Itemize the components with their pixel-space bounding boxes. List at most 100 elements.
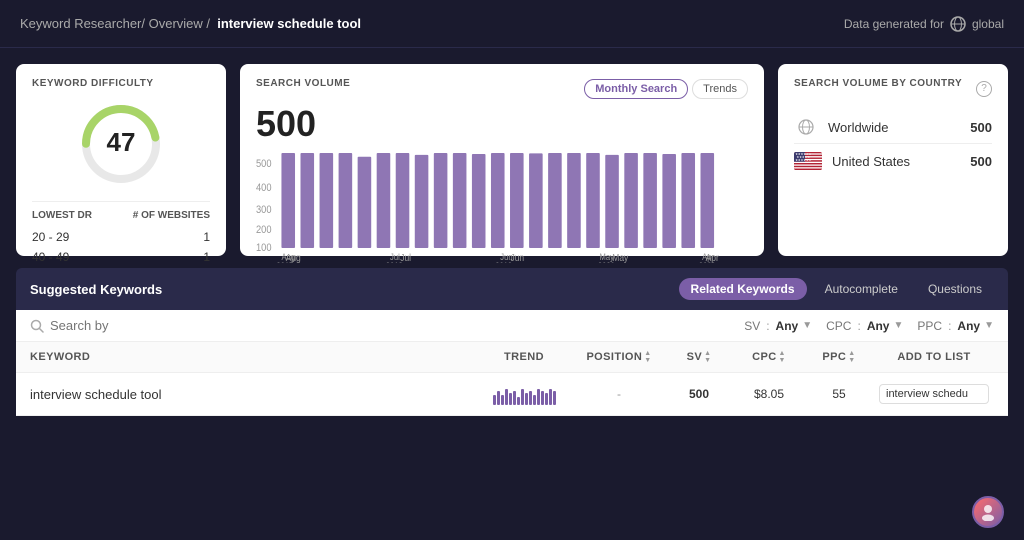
suggested-title: Suggested Keywords [30,282,162,297]
svg-text:2019: 2019 [495,260,512,263]
country-row-us: ★★★★★★ ★★★★★ ★★★★★★ United States 500 [794,144,992,178]
help-icon[interactable]: ? [976,81,992,97]
svg-text:100: 100 [256,242,272,254]
us-value: 500 [970,154,992,169]
country-row-worldwide: Worldwide 500 [794,111,992,144]
bar-chart-svg: 500 400 300 200 100 Aug 2017 Jul Jun May… [256,153,748,263]
worldwide-value: 500 [970,120,992,135]
th-ppc-label: PPC [822,351,846,363]
svg-text:500: 500 [256,158,272,170]
suggested-bar: Suggested Keywords Related Keywords Auto… [16,268,1008,310]
svg-text:★★★★★★: ★★★★★★ [795,158,811,162]
difficulty-table: LOWEST DR # OF WEBSITES 20 - 29140 - 491 [32,201,210,267]
cpc-chevron-icon: ▼ [893,320,903,331]
ppc-sort-icon: ▲▼ [848,350,855,364]
add-to-list-input[interactable] [879,384,989,404]
difficulty-donut: 47 [76,99,166,189]
trend-bar-item [513,391,516,405]
difficulty-row: 40 - 491 [32,247,210,267]
td-sv: 500 [664,387,734,401]
cpc-filter[interactable]: CPC : Any ▼ [826,319,903,333]
th-position[interactable]: POSITION ▲▼ [574,350,664,364]
cards-row: KEYWORD DIFFICULTY 47 LOWEST DR # OF WEB… [0,48,1024,268]
th-cpc[interactable]: CPC ▲▼ [734,350,804,364]
table-row: interview schedule tool - 500 $8.05 55 [16,373,1008,416]
region-label: global [972,17,1004,31]
country-card-header: SEARCH VOLUME BY COUNTRY ? [794,78,992,99]
tab-monthly-search[interactable]: Monthly Search [584,79,688,99]
sv-sort-icon: ▲▼ [704,350,711,364]
svg-text:2020: 2020 [598,260,615,263]
worldwide-label: Worldwide [828,120,960,135]
lowest-dr-header: LOWEST DR [32,210,92,221]
search-volume-card: SEARCH VOLUME Monthly Search Trends 500 … [240,64,764,256]
trend-bar-item [541,391,544,405]
table-header: KEYWORD TREND POSITION ▲▼ SV ▲▼ CPC ▲▼ P… [16,342,1008,373]
td-ppc: 55 [804,387,874,401]
country-card-title: SEARCH VOLUME BY COUNTRY [794,78,962,89]
svg-text:200: 200 [256,224,272,236]
sv-tabs: Monthly Search Trends [584,79,748,99]
bottom-section: Suggested Keywords Related Keywords Auto… [0,268,1024,416]
cpc-sort-icon: ▲▼ [779,350,786,364]
ppc-filter[interactable]: PPC : Any ▼ [917,319,994,333]
us-flag-icon: ★★★★★★ ★★★★★ ★★★★★★ [794,152,822,170]
trend-bar-item [493,395,496,405]
keyword-table: KEYWORD TREND POSITION ▲▼ SV ▲▼ CPC ▲▼ P… [16,342,1008,416]
worldwide-flag-icon [794,119,818,135]
search-icon [30,319,44,333]
keyword-tabs: Related Keywords Autocomplete Questions [679,278,994,300]
trend-bar-item [501,395,504,405]
svg-text:2018: 2018 [386,260,403,263]
breadcrumb-pre: Keyword Researcher/ Overview / [20,16,210,31]
position-sort-icon: ▲▼ [644,350,651,364]
svg-text:300: 300 [256,204,272,216]
filters: SV : Any ▼ CPC : Any ▼ PPC : Any ▼ [744,319,994,333]
globe-icon [950,16,966,32]
th-position-label: POSITION [586,351,642,363]
svg-text:47: 47 [107,127,136,157]
td-addlist [874,384,994,404]
sv-filter-value: Any [776,319,799,333]
avatar[interactable] [972,496,1004,528]
ppc-chevron-icon: ▼ [984,320,994,331]
breadcrumb-keyword: interview schedule tool [217,16,361,31]
th-ppc[interactable]: PPC ▲▼ [804,350,874,364]
th-trend: TREND [474,351,574,363]
trend-bar-item [549,389,552,405]
ppc-filter-label: PPC [917,319,942,333]
th-sv[interactable]: SV ▲▼ [664,350,734,364]
tab-trends[interactable]: Trends [692,79,748,99]
cpc-filter-label: CPC [826,319,851,333]
data-generated: Data generated for global [844,16,1004,32]
trend-bar-item [553,391,556,405]
trend-bars [493,383,556,405]
ppc-filter-value: Any [957,319,980,333]
th-addlist: ADD TO LIST [874,351,994,363]
trend-bar-item [517,397,520,405]
td-trend [474,383,574,405]
th-keyword: KEYWORD [30,351,474,363]
sv-number: 500 [256,103,748,145]
avatar-icon [979,503,997,521]
difficulty-row: 20 - 291 [32,227,210,247]
cpc-filter-value: Any [867,319,890,333]
trend-bar-item [545,393,548,405]
trend-bar-item [509,393,512,405]
trend-bar-item [533,395,536,405]
trend-bar-item [497,391,500,405]
breadcrumb: Keyword Researcher/ Overview / interview… [20,16,361,31]
sv-filter[interactable]: SV : Any ▼ [744,319,812,333]
tab-questions[interactable]: Questions [916,278,994,300]
sv-filter-label: SV [744,319,760,333]
websites-header: # OF WEBSITES [133,210,210,221]
svg-text:2021: 2021 [699,260,716,263]
search-input[interactable] [50,318,744,333]
trend-bar-item [537,389,540,405]
tab-related-keywords[interactable]: Related Keywords [679,278,807,300]
donut-container: 47 [32,99,210,189]
tab-autocomplete[interactable]: Autocomplete [813,278,910,300]
sv-chevron-icon: ▼ [802,320,812,331]
keyword-difficulty-card: KEYWORD DIFFICULTY 47 LOWEST DR # OF WEB… [16,64,226,256]
header: Keyword Researcher/ Overview / interview… [0,0,1024,48]
